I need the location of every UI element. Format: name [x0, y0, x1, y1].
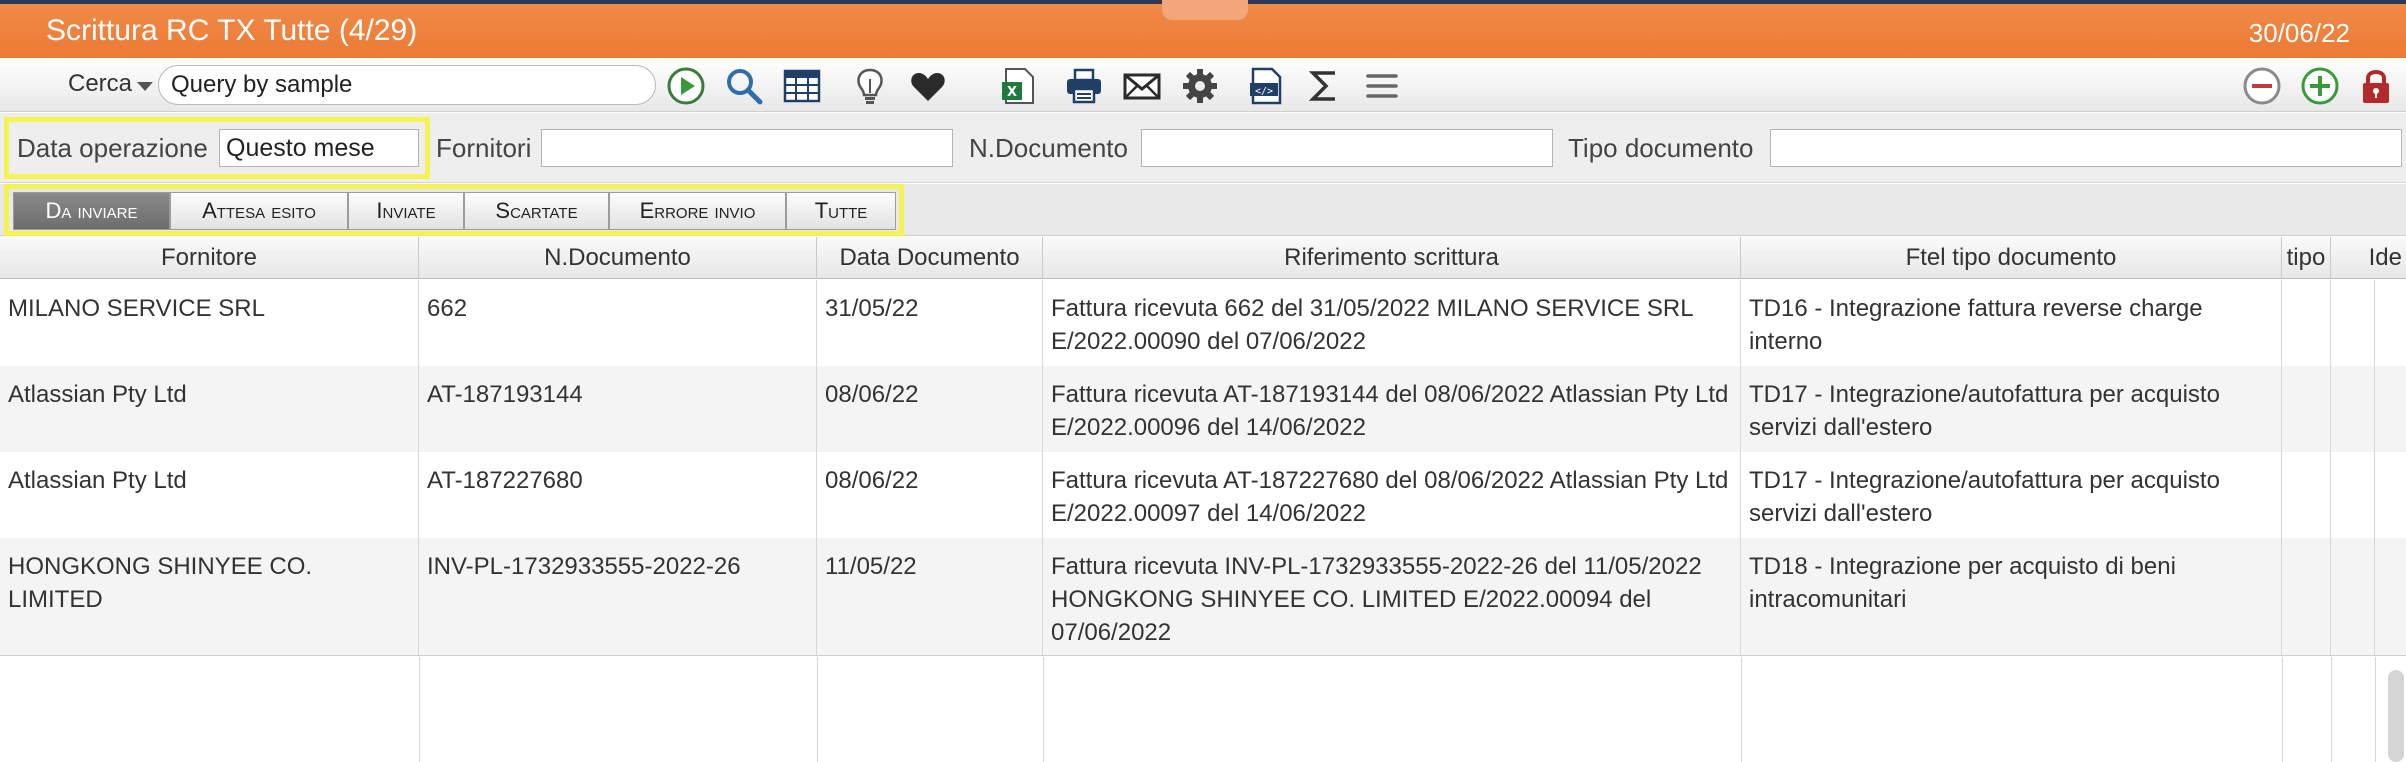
column-header-ftel-tipo[interactable]: Ftel tipo documento	[1741, 237, 2282, 279]
table-row[interactable]: HONGKONG SHINYEE CO. LIMITED INV-PL-1732…	[0, 538, 2406, 656]
current-date: 30/06/22	[2248, 18, 2350, 48]
fornitori-label: Fornitori	[436, 133, 532, 163]
empty-grid-line	[2375, 657, 2376, 762]
gear-icon[interactable]	[1178, 64, 1222, 108]
cell-ndocumento: INV-PL-1732933555-2022-26	[419, 538, 817, 655]
xml-icon[interactable]: </>	[1244, 64, 1288, 108]
cell-ide	[2331, 280, 2375, 366]
sigma-icon[interactable]	[1302, 64, 1346, 108]
cell-ide	[2331, 366, 2375, 452]
cell-ide	[2331, 452, 2375, 538]
tab-inviate[interactable]: Inviate	[348, 192, 464, 230]
cell-data-documento: 31/05/22	[817, 280, 1043, 366]
svg-text:</>: </>	[1255, 86, 1273, 97]
svg-text:X: X	[1007, 85, 1017, 100]
cell-fornitore: HONGKONG SHINYEE CO. LIMITED	[0, 538, 419, 655]
cell-tipo	[2282, 538, 2331, 655]
chevron-down-icon[interactable]	[137, 82, 153, 91]
cell-fornitore: Atlassian Pty Ltd	[0, 452, 419, 538]
tab-tutte[interactable]: Tutte	[786, 192, 896, 230]
cell-riferimento: Fattura ricevuta AT-187227680 del 08/06/…	[1043, 452, 1741, 538]
column-header-data-documento[interactable]: Data Documento	[817, 237, 1043, 279]
play-icon[interactable]	[664, 64, 708, 108]
data-operazione-field[interactable]	[219, 129, 419, 167]
table-header: Fornitore N.Documento Data Documento Rif…	[0, 237, 2406, 279]
cell-tipo	[2282, 452, 2331, 538]
tipo-documento-label: Tipo documento	[1568, 133, 1754, 163]
column-header-tipo[interactable]: tipo	[2282, 237, 2331, 279]
toolbar: Cerca X </>	[0, 58, 2406, 112]
table-body: MILANO SERVICE SRL 662 31/05/22 Fattura …	[0, 280, 2406, 762]
column-header-riferimento[interactable]: Riferimento scrittura	[1043, 237, 1741, 279]
search-icon[interactable]	[722, 64, 766, 108]
cell-fornitore: Atlassian Pty Ltd	[0, 366, 419, 452]
filter-bar: Data operazione Fornitori N.Documento Ti…	[0, 113, 2406, 183]
cell-fornitore: MILANO SERVICE SRL	[0, 280, 419, 366]
cell-riferimento: Fattura ricevuta AT-187193144 del 08/06/…	[1043, 366, 1741, 452]
cell-riferimento: Fattura ricevuta INV-PL-1732933555-2022-…	[1043, 538, 1741, 655]
cell-ftel-tipo: TD17 - Integrazione/autofattura per acqu…	[1741, 452, 2282, 538]
pull-handle[interactable]	[1162, 0, 1248, 20]
table-row[interactable]: Atlassian Pty Ltd AT-187227680 08/06/22 …	[0, 452, 2406, 538]
cell-ftel-tipo: TD18 - Integrazione per acquisto di beni…	[1741, 538, 2282, 655]
empty-grid-line	[419, 657, 420, 762]
mail-icon[interactable]	[1120, 64, 1164, 108]
cell-ndocumento: AT-187227680	[419, 452, 817, 538]
tab-errore-invio[interactable]: Errore invio	[609, 192, 786, 230]
empty-grid-line	[1741, 657, 1742, 762]
empty-grid-line	[2331, 657, 2332, 762]
ndocumento-label: N.Documento	[969, 133, 1128, 163]
table-row[interactable]: MILANO SERVICE SRL 662 31/05/22 Fattura …	[0, 280, 2406, 366]
cell-tipo	[2282, 280, 2331, 366]
excel-icon[interactable]: X	[996, 64, 1040, 108]
remove-icon[interactable]	[2240, 64, 2284, 108]
lightbulb-icon[interactable]	[848, 64, 892, 108]
empty-grid-line	[2282, 657, 2283, 762]
table-row[interactable]: Atlassian Pty Ltd AT-187193144 08/06/22 …	[0, 366, 2406, 452]
grid-icon[interactable]	[780, 64, 824, 108]
print-icon[interactable]	[1062, 64, 1106, 108]
add-icon[interactable]	[2298, 64, 2342, 108]
cell-data-documento: 11/05/22	[817, 538, 1043, 655]
cell-data-documento: 08/06/22	[817, 366, 1043, 452]
query-input[interactable]	[158, 65, 656, 105]
menu-icon[interactable]	[1360, 64, 1404, 108]
cell-ftel-tipo: TD17 - Integrazione/autofattura per acqu…	[1741, 366, 2282, 452]
search-mode-label[interactable]: Cerca	[68, 70, 132, 98]
cell-ndocumento: AT-187193144	[419, 366, 817, 452]
vertical-scrollbar[interactable]	[2388, 670, 2404, 762]
tab-attesa-esito[interactable]: Attesa esito	[170, 192, 348, 230]
cell-ftel-tipo: TD16 - Integrazione fattura reverse char…	[1741, 280, 2282, 366]
lock-icon[interactable]	[2354, 64, 2398, 108]
empty-grid-line	[817, 657, 818, 762]
window-title: Scrittura RC TX Tutte (4/29)	[46, 14, 418, 47]
tab-scartate[interactable]: Scartate	[464, 192, 609, 230]
cell-ndocumento: 662	[419, 280, 817, 366]
column-header-fornitore[interactable]: Fornitore	[0, 237, 419, 279]
status-tabs: Da inviare Attesa esito Inviate Scartate…	[0, 184, 2406, 236]
column-header-ndocumento[interactable]: N.Documento	[419, 237, 817, 279]
heart-icon[interactable]	[906, 64, 950, 108]
cell-ide	[2331, 538, 2375, 655]
cell-tipo	[2282, 366, 2331, 452]
fornitori-field[interactable]	[541, 129, 953, 167]
empty-grid-line	[1043, 657, 1044, 762]
ndocumento-field[interactable]	[1141, 129, 1553, 167]
column-header-ide[interactable]: Ide	[2331, 237, 2406, 279]
tipo-documento-field[interactable]	[1770, 129, 2402, 167]
cell-riferimento: Fattura ricevuta 662 del 31/05/2022 MILA…	[1043, 280, 1741, 366]
data-operazione-label: Data operazione	[17, 133, 208, 163]
tab-da-inviare[interactable]: Da inviare	[13, 192, 170, 230]
cell-data-documento: 08/06/22	[817, 452, 1043, 538]
